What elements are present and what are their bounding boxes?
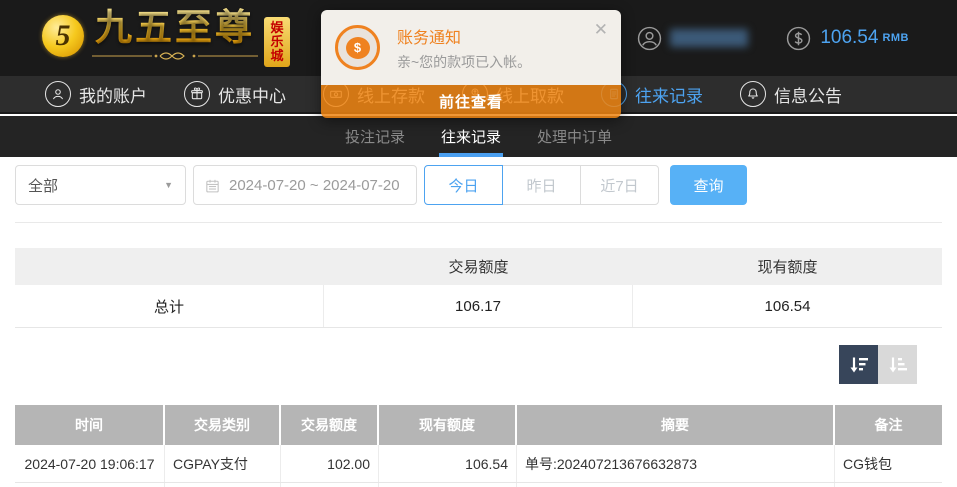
- dollar-icon: [786, 26, 811, 51]
- sort-toggle-group: [839, 345, 917, 384]
- type-select[interactable]: 全部 ▼: [15, 165, 186, 205]
- record-subtabs: 投注记录 往来记录 处理中订单: [0, 116, 957, 157]
- notification-body: $ 账务通知 亲~您的款项已入帐。 ✕: [321, 10, 621, 85]
- notification-message: 亲~您的款项已入帐。: [397, 52, 531, 72]
- table-row: 2024-07-20 19:06:17 CGPAY支付 102.00 106.5…: [15, 445, 942, 483]
- summary-total-label: 总计: [15, 285, 324, 327]
- cell-type: CGPAY支付: [165, 445, 281, 482]
- table-row-clipped: [15, 483, 942, 487]
- sort-descending-button[interactable]: [839, 345, 878, 384]
- col-header-balance: 现有额度: [379, 405, 517, 445]
- col-header-note: 备注: [835, 405, 942, 445]
- cell-balance: 106.54: [379, 445, 517, 482]
- summary-header-balance: 现有额度: [633, 248, 942, 285]
- username-blurred: [670, 29, 748, 47]
- money-notification-icon: $: [335, 25, 380, 70]
- nav-item-announcements[interactable]: 信息公告: [740, 81, 842, 107]
- sort-ascending-button[interactable]: [878, 345, 917, 384]
- quick-range-group: 今日 昨日 近7日: [424, 165, 659, 205]
- col-header-amount: 交易额度: [281, 405, 379, 445]
- balance-group[interactable]: 106.54 RMB: [786, 26, 909, 51]
- nav-item-promotions[interactable]: 优惠中心: [184, 81, 286, 107]
- coin-logo-icon: 5: [42, 15, 84, 57]
- summary-transaction-total: 106.17: [324, 285, 633, 327]
- search-button[interactable]: 查询: [670, 165, 747, 205]
- person-icon: [45, 81, 71, 107]
- summary-header-empty: [15, 248, 324, 285]
- bell-icon: [740, 81, 766, 107]
- summary-table: 交易额度 现有额度 总计 106.17 106.54: [15, 248, 942, 328]
- col-header-summary: 摘要: [517, 405, 835, 445]
- balance-amount: 106.54: [820, 27, 878, 49]
- subtab-transaction-records[interactable]: 往来记录: [439, 116, 503, 157]
- calendar-icon: [204, 177, 221, 194]
- summary-header-transaction: 交易额度: [324, 248, 633, 285]
- brand-name: 九五至尊: [95, 8, 255, 49]
- filter-row: 全部 ▼ 2024-07-20 ~ 2024-07-20 今日 昨日 近7日 查…: [15, 165, 747, 205]
- balance-currency: RMB: [882, 32, 909, 44]
- col-header-type: 交易类别: [165, 405, 281, 445]
- subtab-processing-orders[interactable]: 处理中订单: [535, 116, 614, 157]
- col-header-time: 时间: [15, 405, 165, 445]
- cell-summary: 单号:202407213676632873: [517, 445, 835, 482]
- cell-time: 2024-07-20 19:06:17: [15, 445, 165, 482]
- site-logo[interactable]: 5 九五至尊 娱乐城: [42, 8, 290, 67]
- close-icon[interactable]: ✕: [594, 20, 608, 40]
- chevron-down-icon: ▼: [164, 180, 173, 190]
- today-button[interactable]: 今日: [424, 165, 503, 205]
- gift-icon: [184, 81, 210, 107]
- summary-header-row: 交易额度 现有额度: [15, 248, 942, 285]
- last7days-button[interactable]: 近7日: [580, 165, 659, 205]
- page: 5 九五至尊 娱乐城: [0, 0, 957, 487]
- notification-popup: $ 账务通知 亲~您的款项已入帐。 ✕ 前往查看: [321, 10, 621, 118]
- nav-item-my-account[interactable]: 我的账户: [45, 81, 147, 107]
- summary-balance-total: 106.54: [633, 285, 942, 327]
- sort-ascending-icon: [886, 353, 910, 377]
- go-view-button[interactable]: 前往查看: [321, 85, 621, 118]
- subtab-bet-records[interactable]: 投注记录: [343, 116, 407, 157]
- flourish-decoration: [90, 50, 260, 62]
- user-bar: 106.54 RMB: [637, 0, 909, 76]
- notification-title: 账务通知: [397, 24, 461, 48]
- summary-total-row: 总计 106.17 106.54: [15, 285, 942, 328]
- records-header-row: 时间 交易类别 交易额度 现有额度 摘要 备注: [15, 405, 942, 445]
- date-range-input[interactable]: 2024-07-20 ~ 2024-07-20: [193, 165, 417, 205]
- records-table: 时间 交易类别 交易额度 现有额度 摘要 备注 2024-07-20 19:06…: [15, 405, 942, 487]
- cell-amount: 102.00: [281, 445, 379, 482]
- section-divider: [15, 222, 942, 223]
- user-avatar-icon: [637, 26, 662, 51]
- yesterday-button[interactable]: 昨日: [502, 165, 581, 205]
- sort-descending-icon: [847, 353, 871, 377]
- cell-note: CG钱包: [835, 445, 942, 482]
- brand-badge: 娱乐城: [264, 17, 290, 67]
